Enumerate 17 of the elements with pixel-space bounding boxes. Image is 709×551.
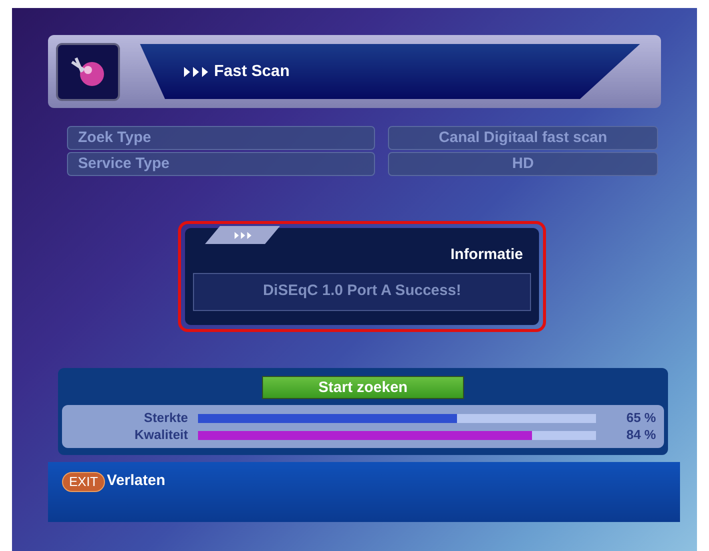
triple-arrow-icon <box>184 66 208 76</box>
dialog-title: Informatie <box>450 245 523 265</box>
meter-label: Sterkte <box>142 409 189 428</box>
satellite-globe-icon <box>56 42 120 100</box>
meter-reading: 84 % <box>626 426 657 444</box>
setting-value[interactable]: Canal Digitaal fast scan <box>388 126 658 150</box>
screen-title: Fast Scan <box>214 62 290 82</box>
triple-arrow-icon <box>234 232 252 238</box>
meter-label: Kwaliteit <box>134 426 189 444</box>
setting-value[interactable]: HD <box>388 152 658 176</box>
exit-label: Verlaten <box>106 472 166 490</box>
start-scan-button[interactable]: Start zoeken <box>262 376 464 399</box>
dialog-message: DiSEqC 1.0 Port A Success! <box>193 272 531 310</box>
exit-key: EXIT <box>62 472 105 492</box>
setting-label: Zoek Type <box>67 126 375 150</box>
meter-reading: 65 % <box>626 409 657 428</box>
setting-label: Service Type <box>67 152 375 176</box>
